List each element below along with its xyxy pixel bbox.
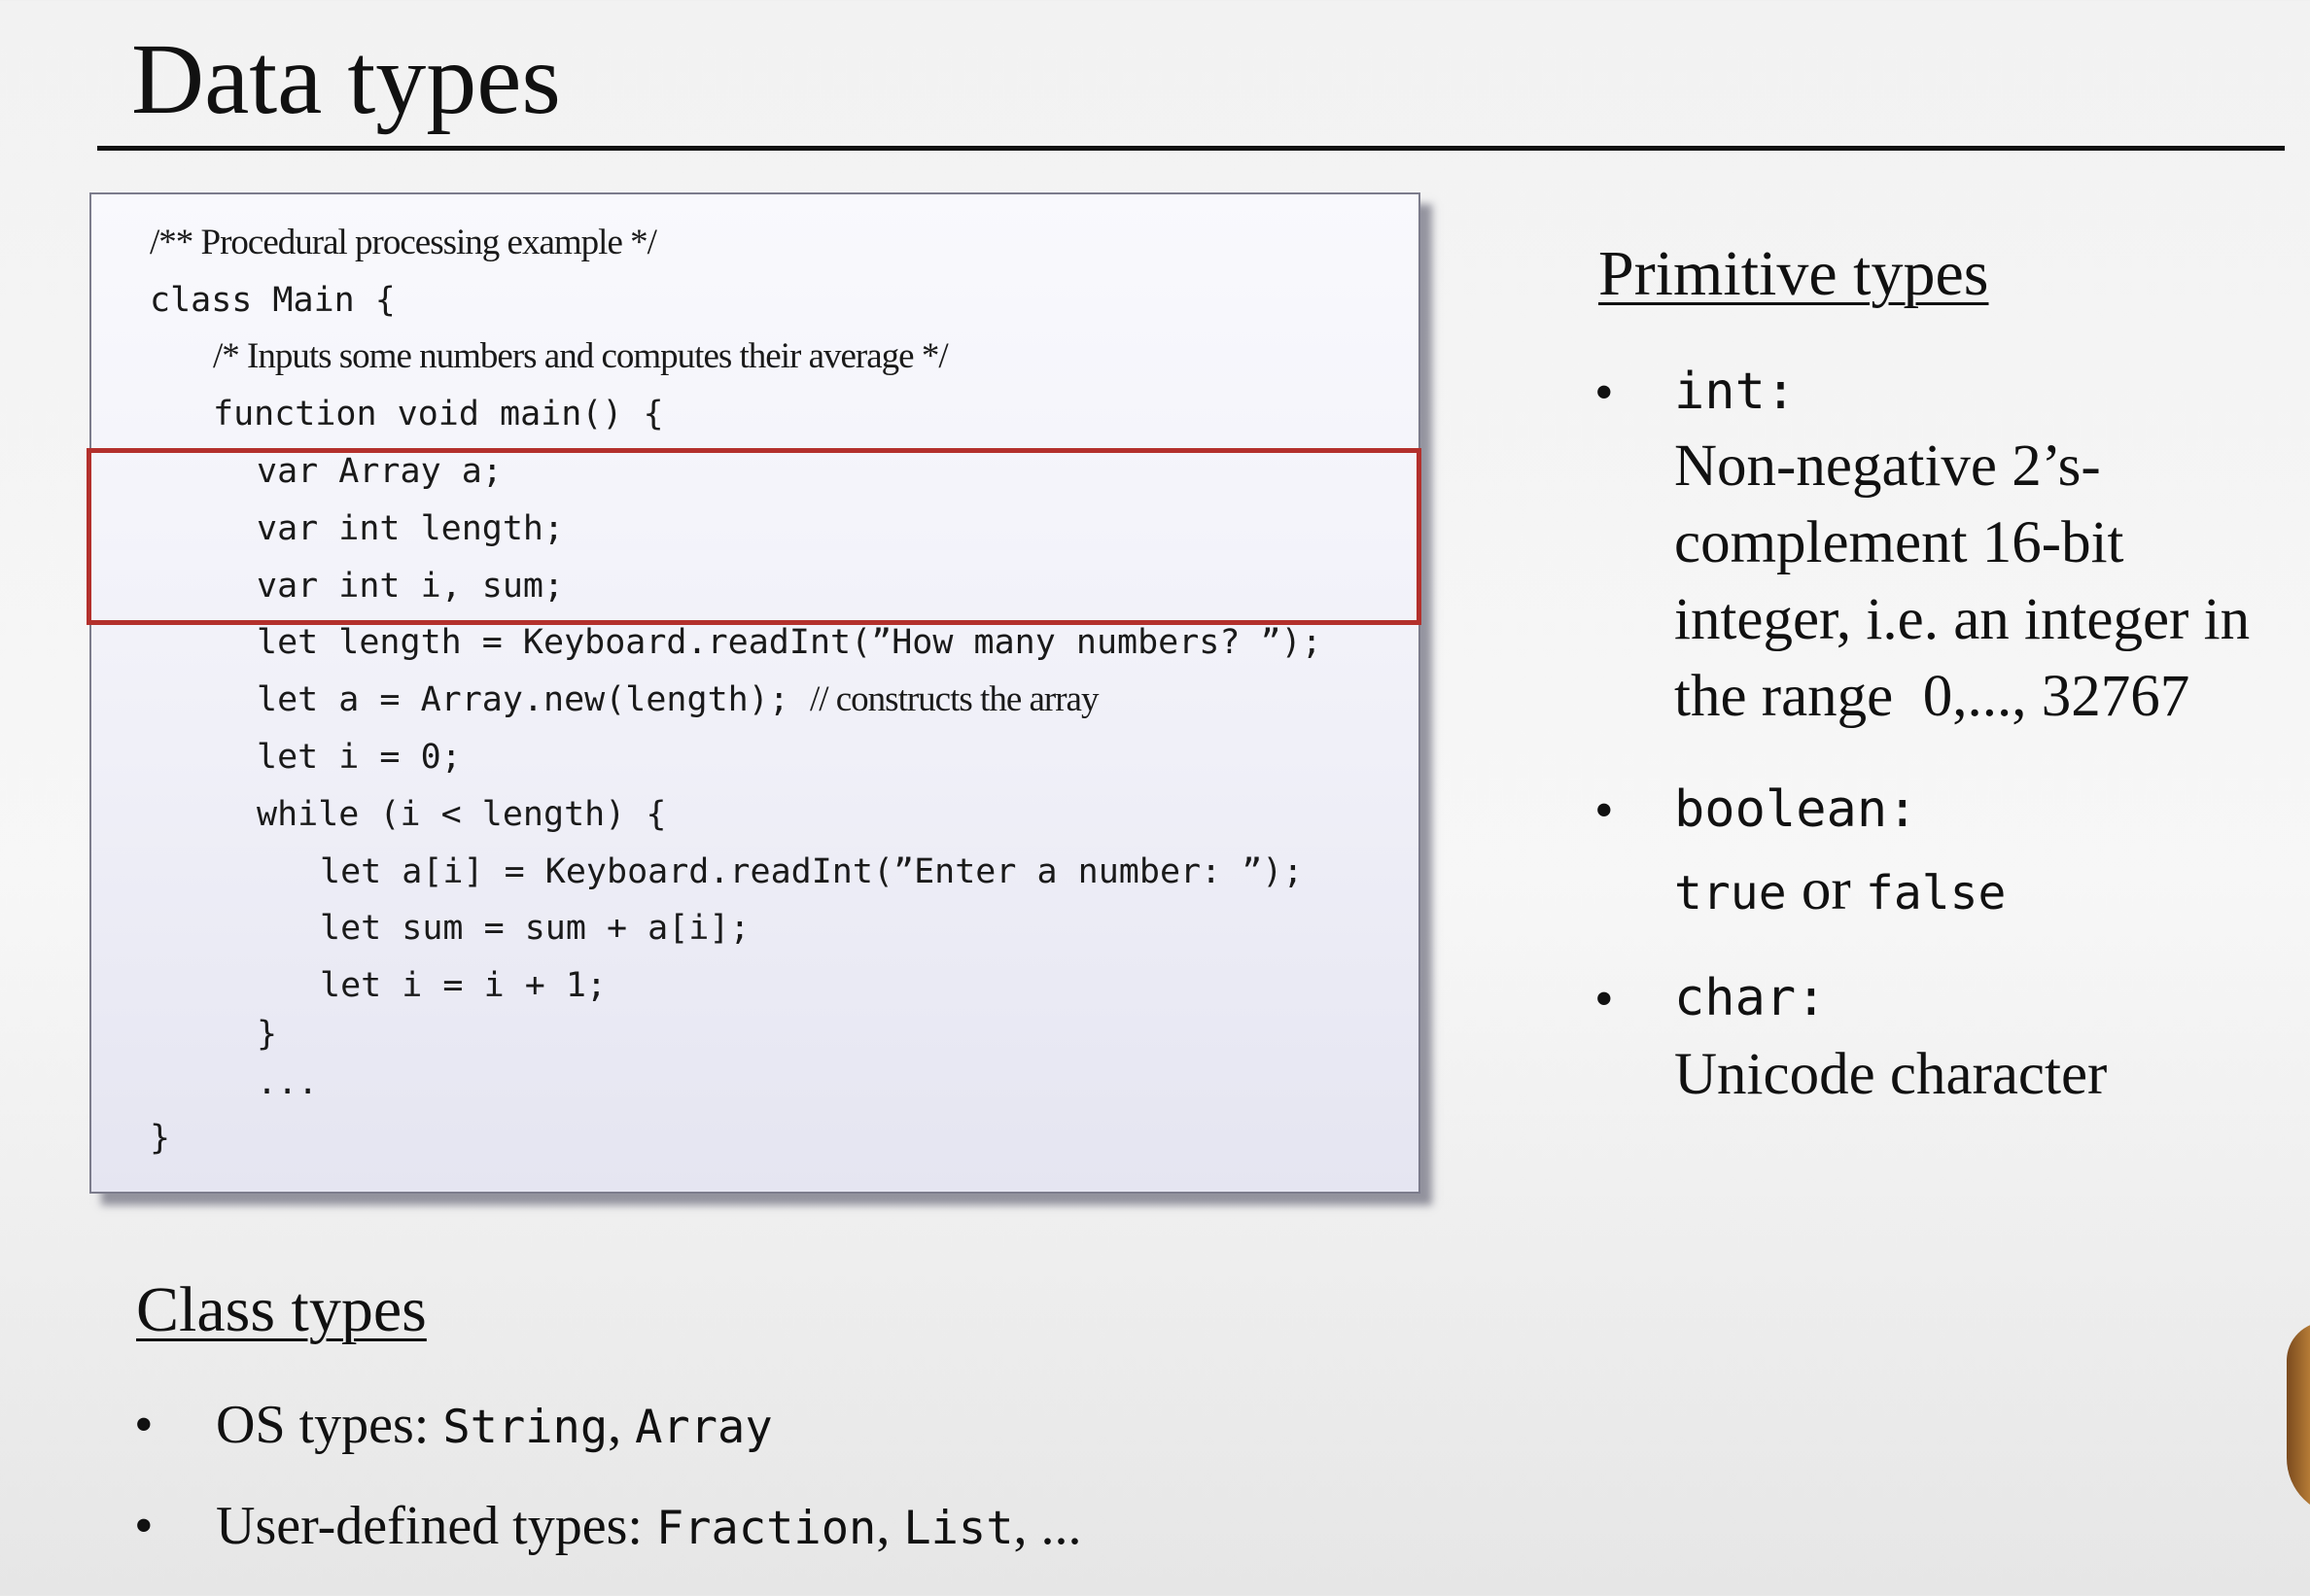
code-text: ... <box>257 1063 319 1102</box>
user-types-separator: , <box>876 1496 904 1556</box>
class-types-heading: Class types <box>136 1274 427 1345</box>
code-line: let i = i + 1; <box>320 962 607 1009</box>
code-comment: /** Procedural processing example */ <box>150 223 657 262</box>
code-text: let a[i] = Keyboard.readInt(”Enter a num… <box>320 852 1304 891</box>
boolean-values: true or false <box>1674 851 2006 932</box>
boolean-type-name: boolean: <box>1674 781 1918 839</box>
code-line: let a[i] = Keyboard.readInt(”Enter a num… <box>320 849 1303 895</box>
code-line: class Main { <box>150 277 396 324</box>
code-line: while (i < length) { <box>257 791 666 838</box>
code-line: } <box>150 1115 170 1162</box>
code-line: let sum = sum + a[i]; <box>320 905 751 952</box>
code-line: let length = Keyboard.readInt(”How many … <box>257 619 1322 666</box>
char-type-name: char: <box>1674 969 1827 1027</box>
int-description-line: the range 0,..., 32767 <box>1674 664 2190 729</box>
code-text: } <box>257 1015 278 1054</box>
user-defined-types-label: User-defined types: <box>216 1496 656 1556</box>
os-types-label: OS types: <box>216 1395 443 1455</box>
code-text: } <box>150 1119 171 1158</box>
code-line: let a = Array.new(length); // constructs… <box>257 677 1100 723</box>
user-type-fraction: Fraction <box>655 1502 877 1555</box>
code-text: let sum = sum + a[i]; <box>320 909 751 948</box>
boolean-or-text: or <box>1786 857 1866 922</box>
os-type-string: String <box>442 1401 609 1454</box>
bullet-icon: • <box>134 1395 154 1455</box>
bullet-icon: • <box>134 1496 154 1556</box>
bullet-icon: • <box>1594 969 1614 1029</box>
boolean-false-value: false <box>1865 866 2007 920</box>
code-line: function void main() { <box>213 391 664 437</box>
code-line: /** Procedural processing example */ <box>150 220 657 266</box>
os-type-array: Array <box>635 1401 773 1454</box>
user-defined-types-item: User-defined types: Fraction, List, ... <box>216 1491 1082 1564</box>
int-description-line: Non-negative 2’s- <box>1674 434 2101 499</box>
bullet-icon: • <box>1594 363 1614 423</box>
code-line: let i = 0; <box>257 734 462 781</box>
int-description: Non-negative 2’s- complement 16-bit inte… <box>1674 428 2250 735</box>
code-line: } <box>257 1011 277 1058</box>
user-types-ellipsis: , ... <box>1013 1496 1082 1556</box>
user-type-list: List <box>903 1502 1014 1555</box>
boolean-true-value: true <box>1674 866 1787 920</box>
int-description-line: complement 16-bit <box>1674 510 2124 575</box>
code-text: let i = i + 1; <box>320 966 608 1005</box>
title-divider <box>97 146 2285 151</box>
code-panel: /** Procedural processing example */ clas… <box>89 192 1420 1194</box>
os-types-item: OS types: String, Array <box>216 1390 773 1463</box>
code-text: function void main() { <box>213 395 664 434</box>
code-line: /* Inputs some numbers and computes thei… <box>213 333 949 380</box>
code-line: ... <box>257 1059 318 1106</box>
code-text: while (i < length) { <box>257 795 667 834</box>
code-comment: // constructs the array <box>809 679 1100 719</box>
code-comment: /* Inputs some numbers and computes thei… <box>213 336 949 376</box>
presenter-silhouette <box>2287 1322 2310 1516</box>
char-description: Unicode character <box>1674 1036 2107 1113</box>
code-text: let a = Array.new(length); <box>257 680 810 719</box>
os-types-separator: , <box>608 1395 636 1455</box>
code-text: class Main { <box>150 281 396 320</box>
int-description-line: integer, i.e. an integer in <box>1674 587 2251 652</box>
bullet-icon: • <box>1594 781 1614 841</box>
char-description-line: Unicode character <box>1674 1042 2108 1107</box>
int-type-name: int: <box>1674 363 1797 421</box>
variable-declarations-highlight <box>87 448 1421 625</box>
code-text: let length = Keyboard.readInt(”How many … <box>257 623 1322 662</box>
slide-title: Data types <box>131 23 561 135</box>
code-text: let i = 0; <box>257 738 462 777</box>
primitive-types-heading: Primitive types <box>1598 238 1989 309</box>
